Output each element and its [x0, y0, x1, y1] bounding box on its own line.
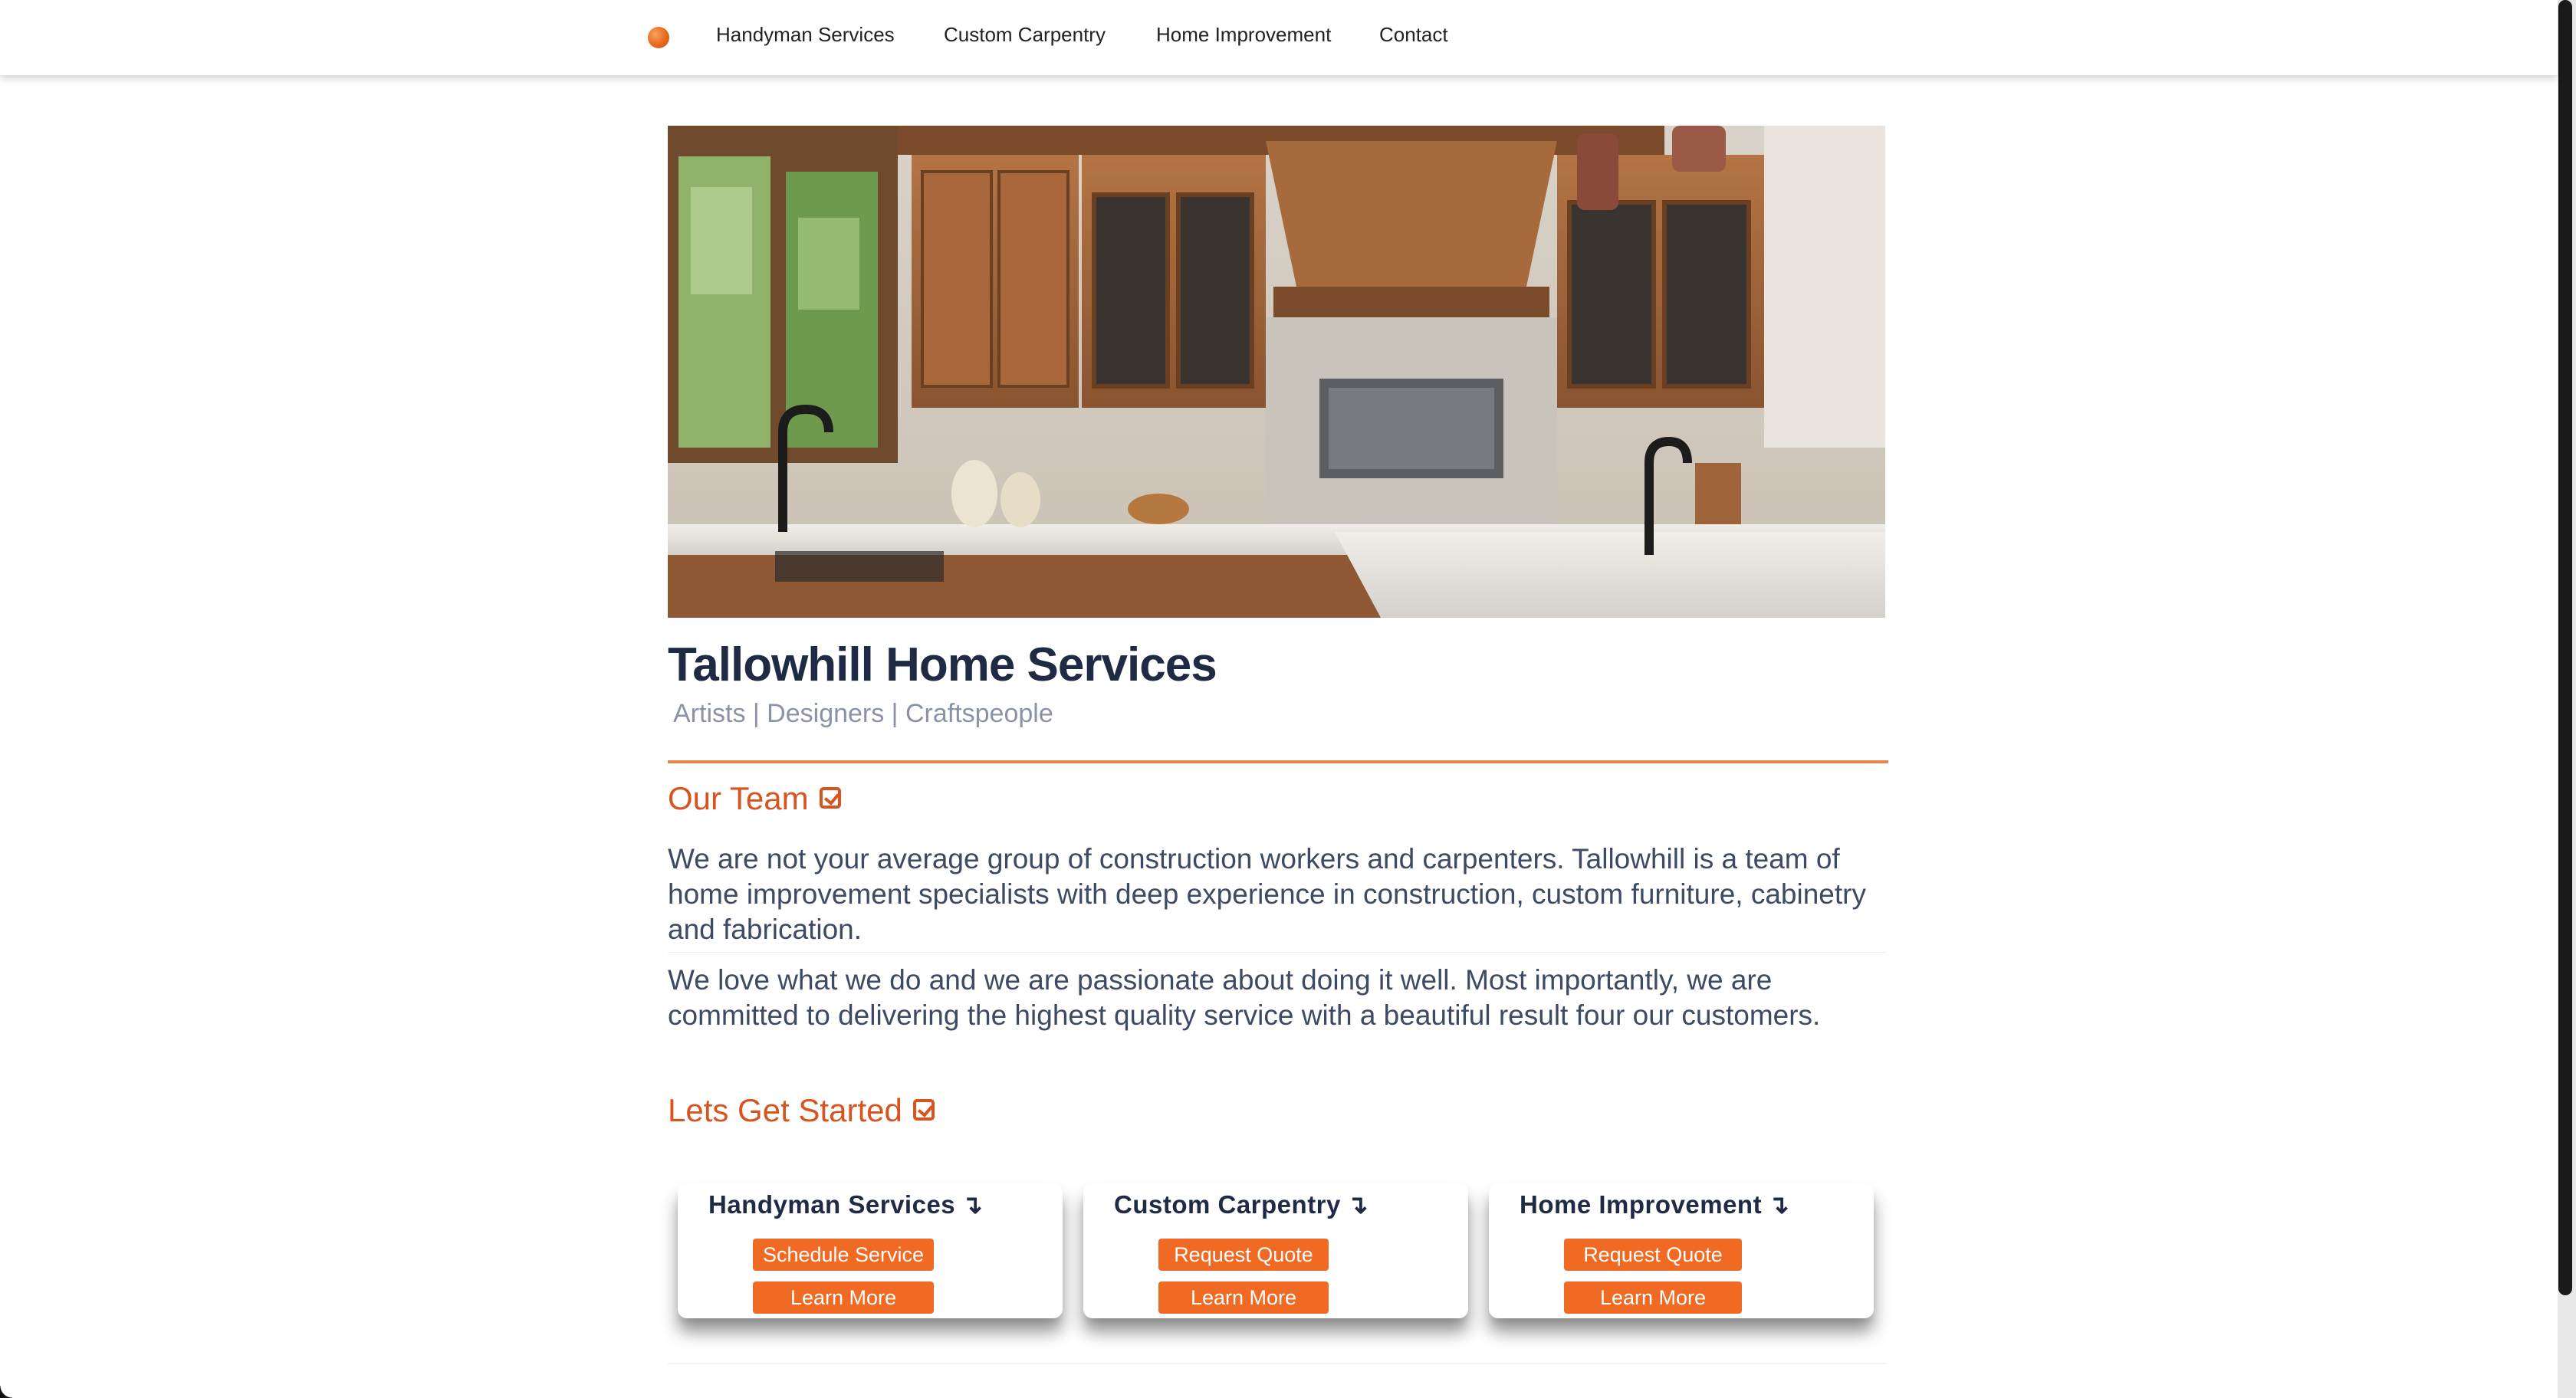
learn-more-button[interactable]: Learn More — [753, 1282, 934, 1314]
card-title-label: Home Improvement — [1520, 1190, 1763, 1219]
page-title: Tallowhill Home Services — [668, 638, 1217, 691]
site-tagline: Artists | Designers | Craftspeople — [673, 699, 1053, 728]
request-quote-button[interactable]: Request Quote — [1158, 1239, 1329, 1271]
card-title: Home Improvement ↴ — [1520, 1190, 1789, 1219]
card-title-label: Handyman Services — [708, 1190, 956, 1219]
nav-handyman-services[interactable]: Handyman Services — [716, 23, 895, 47]
service-card-handyman: Handyman Services ↴ Schedule Service Lear… — [678, 1183, 1063, 1318]
get-started-heading-label: Lets Get Started — [668, 1092, 902, 1128]
nav-contact[interactable]: Contact — [1379, 23, 1448, 47]
checkbox-icon — [912, 1098, 935, 1121]
learn-more-button[interactable]: Learn More — [1564, 1282, 1742, 1314]
schedule-service-button[interactable]: Schedule Service — [753, 1239, 934, 1271]
arrow-down-icon: ↴ — [961, 1190, 984, 1219]
arrow-down-icon: ↴ — [1768, 1190, 1790, 1219]
checkbox-icon — [819, 786, 841, 809]
request-quote-button[interactable]: Request Quote — [1564, 1239, 1742, 1271]
arrow-down-icon: ↴ — [1346, 1190, 1369, 1219]
nav-custom-carpentry[interactable]: Custom Carpentry — [944, 23, 1106, 47]
learn-more-button[interactable]: Learn More — [1158, 1282, 1329, 1314]
logo-icon[interactable] — [648, 27, 669, 48]
service-card-home-improvement: Home Improvement ↴ Request Quote Learn Mo… — [1489, 1183, 1874, 1318]
card-title-label: Custom Carpentry — [1114, 1190, 1341, 1219]
our-team-heading-label: Our Team — [668, 780, 809, 816]
card-title: Custom Carpentry ↴ — [1114, 1190, 1368, 1219]
team-paragraph-1: We are not your average group of constru… — [668, 843, 1866, 945]
get-started-heading: Lets Get Started — [668, 1092, 935, 1129]
window-corner — [0, 1386, 12, 1398]
our-team-heading: Our Team — [668, 780, 841, 817]
footer-divider — [668, 1363, 1887, 1364]
hero-kitchen-image — [668, 126, 1885, 618]
service-card-carpentry: Custom Carpentry ↴ Request Quote Learn Mo… — [1083, 1183, 1468, 1318]
scrollbar-thumb[interactable] — [2558, 0, 2572, 1295]
card-title: Handyman Services ↴ — [708, 1190, 983, 1219]
top-navbar: Handyman Services Custom Carpentry Home … — [0, 0, 2558, 75]
paragraph-divider — [668, 952, 1887, 953]
title-divider — [668, 760, 1888, 763]
nav-home-improvement[interactable]: Home Improvement — [1156, 23, 1331, 47]
team-paragraph-2: We love what we do and we are passionate… — [668, 964, 1821, 1031]
